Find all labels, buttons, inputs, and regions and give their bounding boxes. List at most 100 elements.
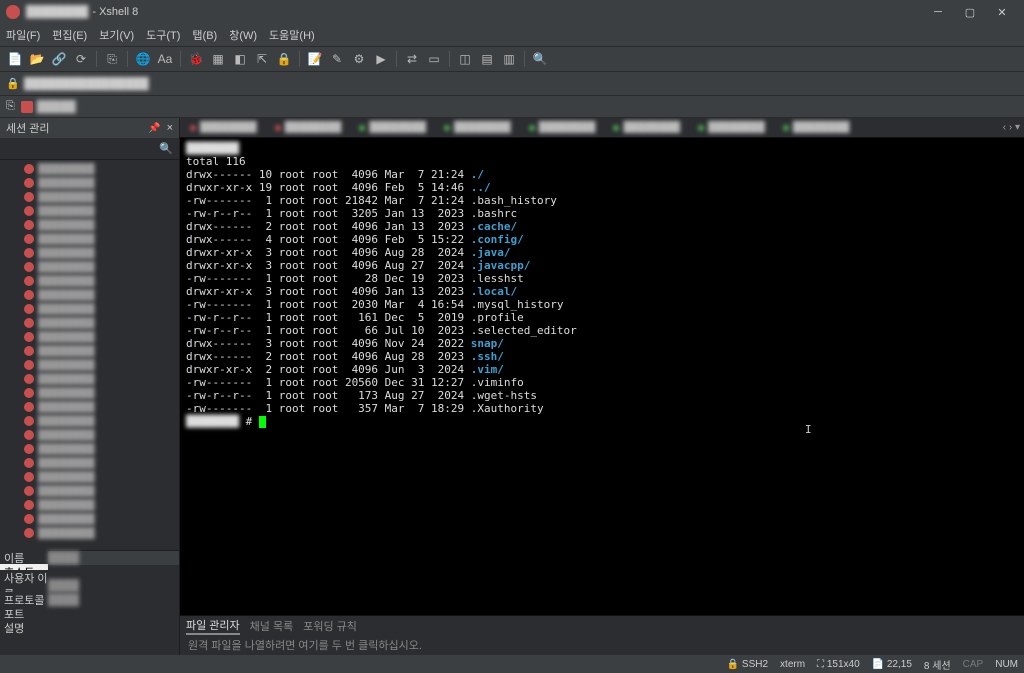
tree-item[interactable]: ████████ [0,526,179,540]
tab-list-icon[interactable]: ⎘ [6,100,15,113]
menu-item[interactable]: 보기(V) [99,27,134,43]
view1-icon[interactable]: ◫ [456,50,474,68]
terminal-tab[interactable]: ████████ [607,119,686,137]
title-blurred: ████████ [26,6,88,18]
tree-item[interactable]: ████████ [0,218,179,232]
prop-value: ████ [48,580,179,592]
pin-icon[interactable]: 📌 [148,123,160,134]
detach-icon[interactable]: ⇱ [253,50,271,68]
prop-value: ████ [48,552,179,564]
globe-icon[interactable]: 🌐 [134,50,152,68]
prop-row: 이름████ [0,551,179,565]
tree-item[interactable]: ████████ [0,162,179,176]
minimize-button[interactable]: ─ [922,0,954,24]
terminal-tab[interactable]: ████████ [184,119,263,137]
bottom-tab[interactable]: 파일 관리자 [186,617,240,635]
tree-item[interactable]: ████████ [0,232,179,246]
play-icon[interactable]: ▶ [372,50,390,68]
note-icon[interactable]: 📝 [306,50,324,68]
open-icon[interactable]: 📂 [28,50,46,68]
tree-label: ████████ [38,444,95,455]
tree-item[interactable]: ████████ [0,190,179,204]
search-icon[interactable]: 🔍 [159,142,173,155]
status-conn: 🔒 SSH2 [727,659,768,670]
session-tree[interactable]: ████████████████████████████████████████… [0,160,179,550]
tree-item[interactable]: ████████ [0,316,179,330]
font-icon[interactable]: Aa [156,50,174,68]
prop-row: 포트 [0,607,179,621]
tree-item[interactable]: ████████ [0,498,179,512]
tree-item[interactable]: ████████ [0,302,179,316]
tree-item[interactable]: ████████ [0,344,179,358]
terminal-tab[interactable]: ████████ [523,119,602,137]
tree-item[interactable]: ████████ [0,512,179,526]
tree-item[interactable]: ████████ [0,176,179,190]
bottom-tab[interactable]: 포워딩 규칙 [303,618,357,634]
sidebar-search[interactable]: 🔍 [0,138,179,160]
address-text: ████████████████ [24,78,149,90]
app-icon[interactable]: ◧ [231,50,249,68]
tree-item[interactable]: ████████ [0,386,179,400]
view2-icon[interactable]: ▤ [478,50,496,68]
tree-item[interactable]: ████████ [0,358,179,372]
menu-item[interactable]: 파일(F) [6,27,40,43]
menu-item[interactable]: 편집(E) [52,27,87,43]
tree-item[interactable]: ████████ [0,372,179,386]
menu-item[interactable]: 도움말(H) [269,27,315,43]
grid-icon[interactable]: ▦ [209,50,227,68]
bug-icon[interactable]: 🐞 [187,50,205,68]
tree-item[interactable]: ████████ [0,288,179,302]
tree-item[interactable]: ████████ [0,428,179,442]
ls-row: drwxr-xr-x 2 root root 4096 Jun 3 2024 .… [186,363,1018,376]
reload-icon[interactable]: ⟳ [72,50,90,68]
terminal-tab[interactable]: ████████ [438,119,517,137]
tree-item[interactable]: ████████ [0,456,179,470]
session-icon [24,444,34,454]
session-tabbar: ⎘ █████ [0,96,1024,118]
maximize-button[interactable]: ▢ [954,0,986,24]
search-icon[interactable]: 🔍 [531,50,549,68]
tree-item[interactable]: ████████ [0,330,179,344]
status-term: xterm [780,659,805,670]
tree-item[interactable]: ████████ [0,204,179,218]
tree-item[interactable]: ████████ [0,246,179,260]
transfer-icon[interactable]: ⇄ [403,50,421,68]
terminal-tab[interactable]: ████████ [353,119,432,137]
session-icon [24,346,34,356]
tree-item[interactable]: ████████ [0,484,179,498]
bottom-tab[interactable]: 채널 목록 [250,618,294,634]
tree-item[interactable]: ████████ [0,400,179,414]
new-icon[interactable]: 📄 [6,50,24,68]
tab-nav[interactable]: ‹ › ▾ [1003,122,1020,133]
session-icon [24,220,34,230]
terminal-tab[interactable]: ████████ [777,119,856,137]
session-icon [24,528,34,538]
copy-icon[interactable]: ⎘ [103,50,121,68]
tree-item[interactable]: ████████ [0,470,179,484]
tree-label: ████████ [38,374,95,385]
close-button[interactable]: ✕ [986,0,1018,24]
sidebar-close-icon[interactable]: × [167,122,173,134]
session-icon [24,178,34,188]
terminal-tab[interactable]: ████████ [269,119,348,137]
exec-icon[interactable]: ⚙ [350,50,368,68]
tree-item[interactable]: ████████ [0,260,179,274]
link-icon[interactable]: 🔗 [50,50,68,68]
terminal[interactable]: ████████total 116drwx------ 10 root root… [180,138,1024,615]
edit-icon[interactable]: ✎ [328,50,346,68]
layout-icon[interactable]: ▭ [425,50,443,68]
menu-item[interactable]: 탭(B) [192,27,217,43]
bottom-hint[interactable]: 원격 파일을 나열하려면 여기를 두 번 클릭하십시오. [180,635,1024,655]
lock-icon[interactable]: 🔒 [275,50,293,68]
menu-item[interactable]: 도구(T) [146,27,180,43]
tree-label: ████████ [38,304,95,315]
address-bar[interactable]: 🔒 ████████████████ [0,72,1024,96]
terminal-tab[interactable]: ████████ [692,119,771,137]
prompt-line[interactable]: ████████ # [186,415,1018,428]
menu-item[interactable]: 창(W) [229,27,257,43]
tree-item[interactable]: ████████ [0,414,179,428]
tree-item[interactable]: ████████ [0,274,179,288]
view3-icon[interactable]: ▥ [500,50,518,68]
tab-name[interactable]: █████ [37,101,76,113]
tree-item[interactable]: ████████ [0,442,179,456]
